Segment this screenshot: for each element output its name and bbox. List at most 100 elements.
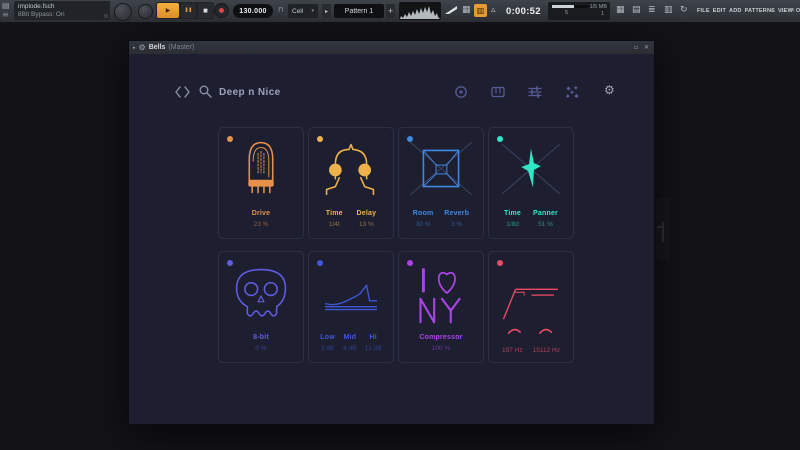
- target-icon[interactable]: [454, 85, 468, 99]
- param-drive: Drive 23 %: [252, 210, 271, 228]
- param-value[interactable]: 13 %: [357, 221, 377, 228]
- param-lowcut: 197 Hz: [502, 347, 523, 354]
- channel-rack-icon[interactable]: ▤: [2, 1, 10, 10]
- param-compressor: Compressor 100 %: [419, 334, 462, 352]
- metronome-icon[interactable]: ▵: [491, 4, 496, 17]
- plugin-titlebar[interactable]: ▸ ⚙ Bells (Master) ▫ ✕: [129, 41, 654, 54]
- param-low: Low 3 dB: [320, 334, 335, 352]
- fx-card-reverb[interactable]: Room 30 % Reverb 3 %: [398, 127, 484, 239]
- param-value[interactable]: 23 %: [252, 221, 271, 228]
- i-love-ny-icon: [399, 261, 483, 325]
- typing-to-piano-icon[interactable]: ▥: [474, 4, 487, 17]
- hint-panel: implode.fsch 8Bit Bypass: On: [14, 1, 110, 20]
- plugin-window: ▸ ⚙ Bells (Master) ▫ ✕ Deep n Nice: [128, 40, 655, 425]
- settings-gear-icon[interactable]: ⚙: [604, 83, 615, 97]
- skull-icon: [219, 261, 303, 325]
- param-hi: Hi 12 dB: [365, 334, 382, 352]
- memory-value: 1/5 MB: [590, 4, 607, 10]
- close-button[interactable]: ✕: [790, 7, 795, 14]
- menu-add[interactable]: ADD: [729, 8, 742, 14]
- transport-group: ▶ ❚❚ ■: [156, 2, 214, 19]
- dock-handle-grip: [662, 222, 664, 242]
- output-waveform-monitor: [399, 2, 441, 20]
- param-value[interactable]: 1/4t: [326, 221, 343, 228]
- param-8bit: 8-bit 0 %: [253, 334, 269, 352]
- time-display[interactable]: 0:00:52: [506, 4, 541, 18]
- voices-value: 1: [601, 11, 604, 17]
- param-value[interactable]: 197 Hz: [502, 347, 523, 354]
- fx-card-compressor[interactable]: Compressor 100 %: [398, 251, 484, 363]
- param-panner: Panner 51 %: [533, 210, 558, 228]
- pattern-mode-icon[interactable]: ⊓: [278, 6, 283, 14]
- param-value[interactable]: 12 dB: [365, 345, 382, 352]
- sliders-icon[interactable]: [528, 85, 542, 99]
- vacuum-tube-icon: [219, 137, 303, 201]
- piano-roll-icon[interactable]: ▥: [664, 4, 673, 17]
- fx-card-delay[interactable]: Time 1/4t Delay 13 %: [308, 127, 394, 239]
- mixer-icon[interactable]: ≣: [648, 4, 656, 17]
- maximize-button[interactable]: ▭: [780, 7, 786, 14]
- pause-button[interactable]: ❚❚: [181, 3, 196, 18]
- pattern-prev-button[interactable]: ▸: [322, 4, 331, 18]
- fx-card-drive[interactable]: Drive 23 %: [218, 127, 304, 239]
- param-time: Time 1/8d: [504, 210, 521, 228]
- main-volume-knob[interactable]: [114, 3, 132, 21]
- collapse-arrow-icon[interactable]: ▸: [133, 45, 136, 51]
- playlist-icon[interactable]: ▦: [616, 4, 625, 17]
- scatter-nodes-icon[interactable]: [565, 85, 579, 99]
- eq-curve-icon: [309, 261, 393, 325]
- pattern-add-button[interactable]: +: [386, 4, 395, 18]
- desktop: ▤ ≡ implode.fsch 8Bit Bypass: On ▶ ❚❚ ■ …: [0, 0, 800, 450]
- channel-rack-view-icon[interactable]: ▤: [632, 4, 641, 17]
- param-value[interactable]: 3 %: [444, 221, 469, 228]
- play-button[interactable]: ▶: [157, 3, 179, 18]
- menu-file[interactable]: FILE: [697, 8, 710, 14]
- param-value[interactable]: 0 %: [253, 345, 269, 352]
- fl-toolbar: ▤ ≡ implode.fsch 8Bit Bypass: On ▶ ❚❚ ■ …: [0, 0, 800, 23]
- room-perspective-icon: [399, 137, 483, 201]
- record-button[interactable]: [214, 3, 229, 18]
- browser-refresh-icon[interactable]: ↻: [680, 4, 688, 17]
- dock-handle[interactable]: [656, 198, 670, 260]
- param-value[interactable]: 1/8d: [504, 221, 521, 228]
- hint-line-1: implode.fsch: [18, 3, 106, 11]
- main-pitch-knob[interactable]: [138, 4, 153, 19]
- cpu-value: 5: [565, 10, 568, 16]
- plugin-title-target: (Master): [168, 44, 194, 51]
- step-seq-icon[interactable]: ≡: [2, 10, 9, 19]
- param-mid: Mid 4 dB: [343, 334, 356, 352]
- typing-keyboard-icon[interactable]: ▦: [462, 4, 471, 17]
- pattern-selector[interactable]: Pattern 1: [334, 4, 384, 18]
- fx-card-filter[interactable]: 197 Hz 15112 Hz: [488, 251, 574, 363]
- param-reverb: Reverb 3 %: [444, 210, 469, 228]
- menu-options[interactable]: OPTIONS: [796, 8, 800, 14]
- detach-window-icon[interactable]: ▫: [634, 44, 638, 51]
- plugin-close-icon[interactable]: ✕: [644, 44, 649, 51]
- piano-keys-icon[interactable]: [491, 85, 505, 99]
- cpu-meter-fill: [552, 5, 574, 8]
- preset-name[interactable]: Deep n Nice: [219, 87, 281, 98]
- plugin-gear-icon[interactable]: ⚙: [139, 43, 146, 52]
- dock-handle-tick: [657, 226, 663, 228]
- cell-select[interactable]: Cell ▾: [288, 4, 318, 18]
- fx-card-8bit[interactable]: 8-bit 0 %: [218, 251, 304, 363]
- param-value[interactable]: 4 dB: [343, 345, 356, 352]
- fx-card-panner[interactable]: Time 1/8d Panner 51 %: [488, 127, 574, 239]
- param-time: Time 1/4t: [326, 210, 343, 228]
- search-icon[interactable]: [199, 85, 212, 98]
- fx-card-eq[interactable]: Low 3 dB Mid 4 dB Hi 12 dB: [308, 251, 394, 363]
- tempo-display[interactable]: 130.000: [233, 4, 273, 18]
- minimize-button[interactable]: –: [770, 7, 773, 14]
- param-value[interactable]: 100 %: [419, 345, 462, 352]
- param-value[interactable]: 15112 Hz: [533, 347, 560, 354]
- menu-edit[interactable]: EDIT: [713, 8, 726, 14]
- param-room: Room 30 %: [413, 210, 434, 228]
- record-dot-icon: [219, 8, 224, 13]
- param-value[interactable]: 30 %: [413, 221, 434, 228]
- cell-select-value: Cell: [292, 8, 311, 15]
- stop-button[interactable]: ■: [198, 3, 213, 18]
- waveform-icon: [400, 3, 440, 19]
- param-value[interactable]: 3 dB: [320, 345, 335, 352]
- param-value[interactable]: 51 %: [533, 221, 558, 228]
- code-view-icon[interactable]: [175, 86, 190, 98]
